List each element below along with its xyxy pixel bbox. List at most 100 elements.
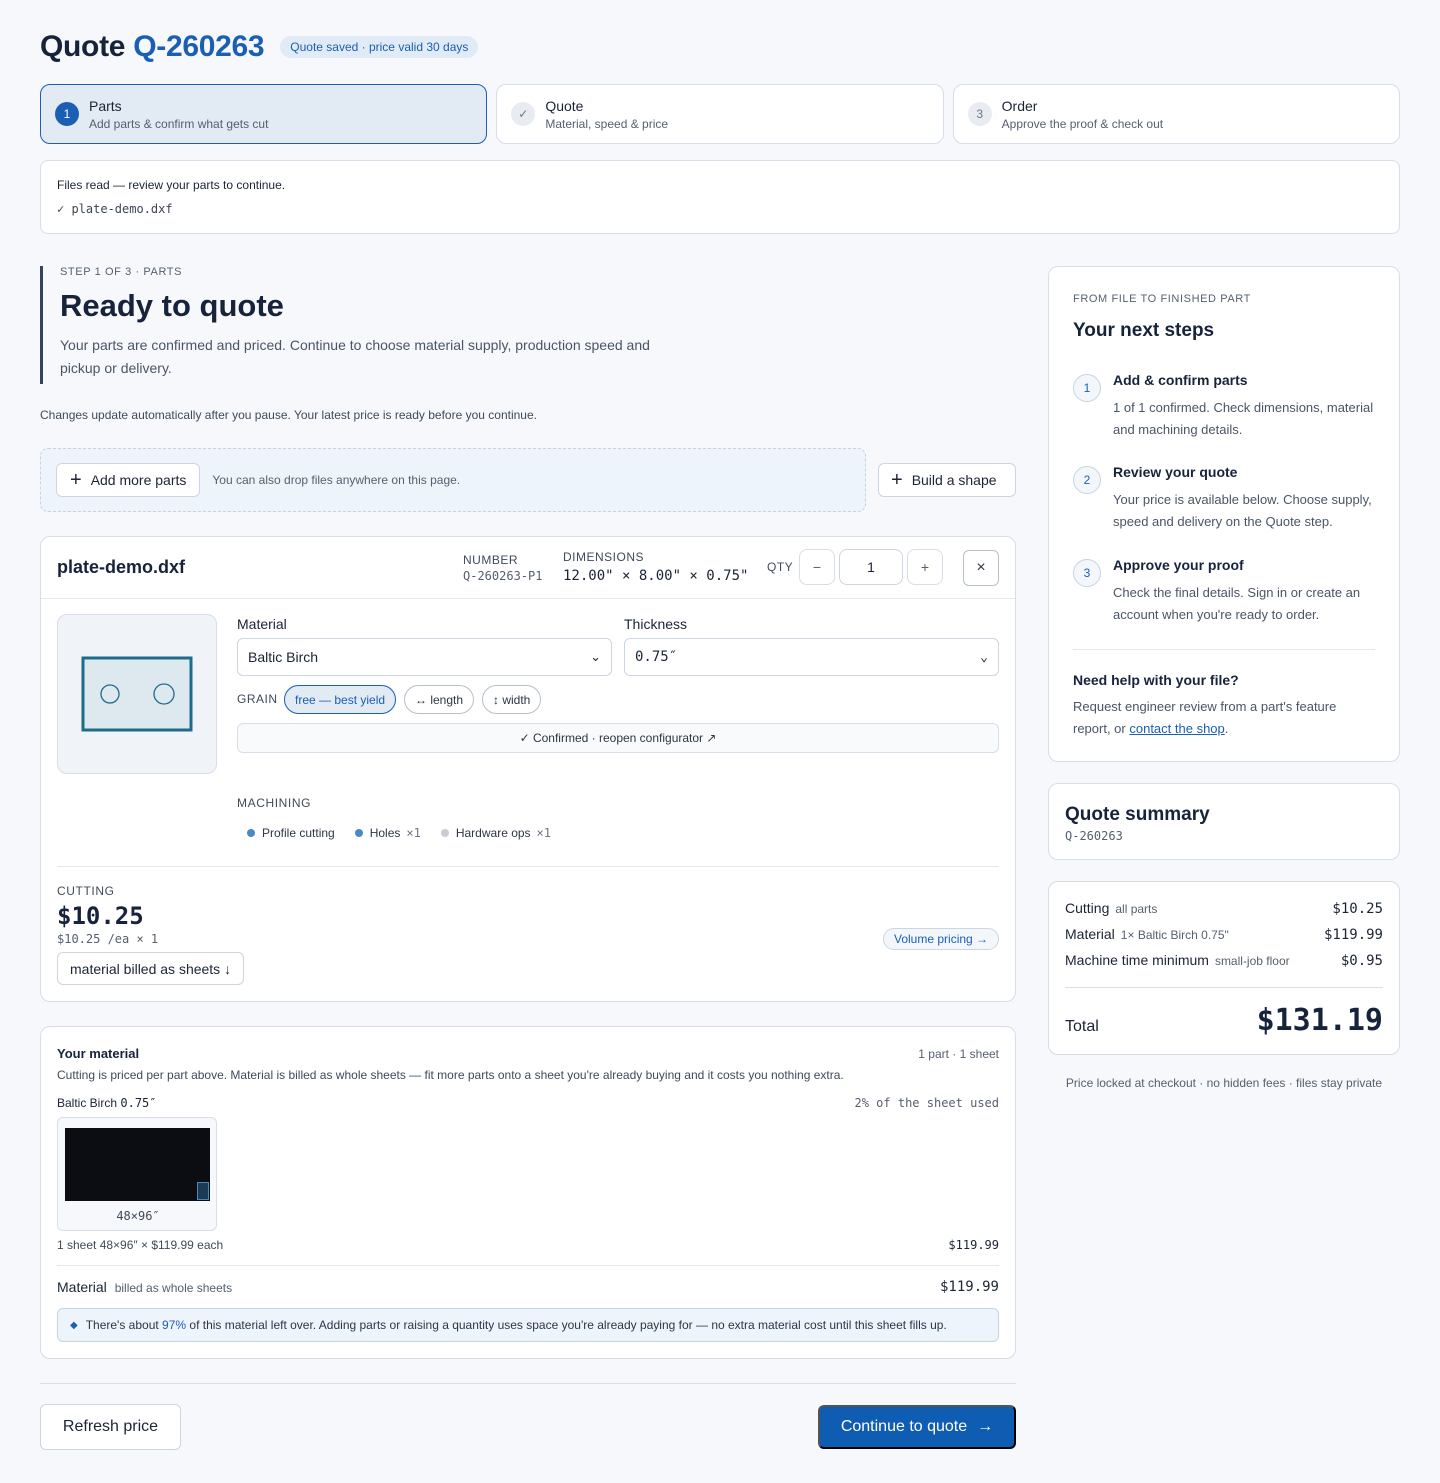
step-eyebrow: STEP 1 OF 3 · PARTS xyxy=(60,266,183,278)
close-icon: × xyxy=(976,559,986,576)
quote-summary-id: Q-260263 xyxy=(1065,829,1123,843)
leftover-notice: ◆ There's about 97% of this material lef… xyxy=(57,1308,999,1342)
next-steps-eyebrow: FROM FILE TO FINISHED PART xyxy=(1073,293,1251,305)
material-name: Baltic Birch 0.75″ xyxy=(57,1096,157,1110)
add-more-parts-label: Add more parts xyxy=(90,472,187,488)
file-dropzone[interactable]: + Add more parts You can also drop files… xyxy=(40,448,866,512)
part-outline-graphic xyxy=(81,656,193,732)
cutting-price: $10.25 xyxy=(57,902,144,930)
divider xyxy=(57,866,999,867)
summary-row-sub: small-job floor xyxy=(1214,954,1290,968)
leftover-pre: There's about xyxy=(85,1318,163,1332)
part-preview xyxy=(57,614,217,774)
price-footnote: Price locked at checkout · no hidden fee… xyxy=(1065,1076,1383,1090)
material-select-value: Baltic Birch xyxy=(248,649,319,665)
step-number: 3 xyxy=(1073,559,1101,587)
step-subtitle: Add parts & confirm what gets cut xyxy=(89,116,269,131)
step-order[interactable]: 3 Order Approve the proof & check out xyxy=(952,84,1400,144)
thickness-label: Thickness xyxy=(624,616,688,632)
material-total-value: $119.99 xyxy=(939,1279,999,1295)
cutting-unit-price: $10.25 /ea × 1 xyxy=(57,932,159,946)
next-step-title: Approve your proof xyxy=(1113,557,1244,573)
quote-summary-body: Cutting all parts $10.25 Material 1× Balti… xyxy=(1048,881,1400,1055)
quote-summary-title: Quote summary xyxy=(1065,804,1210,825)
help-text: Request engineer review from a part's fe… xyxy=(1073,696,1373,740)
reopen-configurator-link[interactable]: ✓ Confirmed · reopen configurator ↗ xyxy=(237,723,999,753)
grain-option-length[interactable]: ↔ length xyxy=(404,685,475,714)
total-label: Total xyxy=(1065,1018,1099,1035)
hero-body: Your parts are confirmed and priced. Con… xyxy=(60,337,650,376)
refresh-price-button[interactable]: Refresh price xyxy=(40,1404,181,1450)
material-label: Material xyxy=(237,616,287,632)
page-title: Quote Q-260263 xyxy=(40,30,265,64)
quote-id: Q-260263 xyxy=(133,30,265,63)
step-number: 3 xyxy=(967,102,992,126)
dimensions-value: 12.00" × 8.00" × 0.75" xyxy=(563,568,749,584)
grain-option-free[interactable]: free — best yield xyxy=(284,685,397,714)
summary-row-value: $0.95 xyxy=(1340,953,1383,969)
quote-summary-header: Quote summary Q-260263 xyxy=(1048,783,1400,860)
thickness-select[interactable]: 0.75″ ⌄ xyxy=(624,638,999,676)
remove-part-button[interactable]: × xyxy=(963,550,999,586)
machining-label: MACHINING xyxy=(237,796,312,810)
material-name-text: Baltic Birch xyxy=(57,1096,118,1110)
step-title: Order xyxy=(1001,97,1038,114)
summary-row-value: $119.99 xyxy=(1323,927,1383,943)
contact-shop-link[interactable]: contact the shop xyxy=(1129,721,1224,736)
help-title: Need help with your file? xyxy=(1073,672,1239,688)
material-billing-toggle[interactable]: material billed as sheets ↓ xyxy=(57,952,245,985)
summary-row-material: Material 1× Baltic Birch 0.75" $119.99 xyxy=(1065,926,1383,943)
step-number: 1 xyxy=(55,102,79,126)
hero-section: STEP 1 OF 3 · PARTS Ready to quote Your … xyxy=(40,266,700,384)
plus-icon: + xyxy=(891,469,903,491)
progress-stepper: 1 Parts Add parts & confirm what gets cu… xyxy=(40,84,1400,144)
machining-item: Hardware ops ×1 xyxy=(440,826,551,840)
part-card: plate-demo.dxf NUMBER Q-260263-P1 DIMENS… xyxy=(40,536,1016,1002)
next-steps-card: FROM FILE TO FINISHED PART Your next ste… xyxy=(1048,266,1400,762)
material-count: 1 part · 1 sheet xyxy=(918,1047,999,1061)
next-step-desc: Your price is available below. Choose su… xyxy=(1113,492,1372,529)
sheet-size: 48×96″ xyxy=(116,1209,160,1223)
summary-row-sub: 1× Baltic Birch 0.75" xyxy=(1120,928,1229,942)
files-read-message: Files read — review your parts to contin… xyxy=(57,178,286,192)
step-quote[interactable]: ✓ Quote Material, speed & price xyxy=(496,84,944,144)
qty-increment-button[interactable]: + xyxy=(907,549,943,585)
grain-option-width[interactable]: ↕ width xyxy=(482,685,542,714)
sheet-line-price: $119.99 xyxy=(948,1238,999,1252)
build-shape-button[interactable]: + Build a shape xyxy=(878,463,1016,497)
nested-part-graphic xyxy=(197,1182,209,1200)
chevron-down-icon: ⌄ xyxy=(980,649,988,665)
dimensions-label: DIMENSIONS xyxy=(563,550,645,564)
continue-to-quote-button[interactable]: Continue to quote → xyxy=(818,1405,1016,1449)
sheet-preview: 48×96″ xyxy=(57,1117,217,1231)
material-select[interactable]: Baltic Birch ⌄ xyxy=(237,638,612,676)
total-value: $131.19 xyxy=(1256,1003,1383,1038)
part-number: Q-260263-P1 xyxy=(463,569,543,583)
machining-count: ×1 xyxy=(536,826,551,840)
part-header: plate-demo.dxf NUMBER Q-260263-P1 DIMENS… xyxy=(41,537,1015,599)
next-step-desc: Check the final details. Sign in or crea… xyxy=(1113,585,1361,622)
quantity-input[interactable] xyxy=(839,549,903,585)
diamond-icon: ◆ xyxy=(70,1319,78,1331)
drop-hint: You can also drop files anywhere on this… xyxy=(212,473,461,487)
add-more-parts-button[interactable]: + Add more parts xyxy=(56,463,201,497)
machining-list: Profile cutting Holes ×1 Hardware ops ×1 xyxy=(247,826,571,840)
qty-decrement-button[interactable]: − xyxy=(799,549,835,585)
summary-row-label: Material xyxy=(1065,926,1115,942)
saved-badge: Quote saved · price valid 30 days xyxy=(280,36,479,58)
divider xyxy=(1073,649,1375,650)
machining-label-text: Hardware ops xyxy=(455,826,531,840)
page-title-prefix: Quote xyxy=(40,30,126,63)
material-card: Your material 1 part · 1 sheet Cutting i… xyxy=(40,1026,1016,1359)
machining-label-text: Holes xyxy=(369,826,401,840)
check-icon: ✓ xyxy=(511,102,536,126)
leftover-post: of this material left over. Adding parts… xyxy=(186,1318,947,1332)
leftover-percent: 97% xyxy=(162,1318,187,1332)
material-total-label: Material billed as whole sheets xyxy=(57,1279,232,1295)
volume-pricing-link[interactable]: Volume pricing → xyxy=(883,928,1000,950)
summary-row-label: Cutting xyxy=(1065,900,1110,916)
summary-row-label: Machine time minimum xyxy=(1065,952,1209,968)
step-parts[interactable]: 1 Parts Add parts & confirm what gets cu… xyxy=(40,84,488,144)
summary-row-value: $10.25 xyxy=(1332,901,1383,917)
summary-row-cutting: Cutting all parts $10.25 xyxy=(1065,900,1383,917)
